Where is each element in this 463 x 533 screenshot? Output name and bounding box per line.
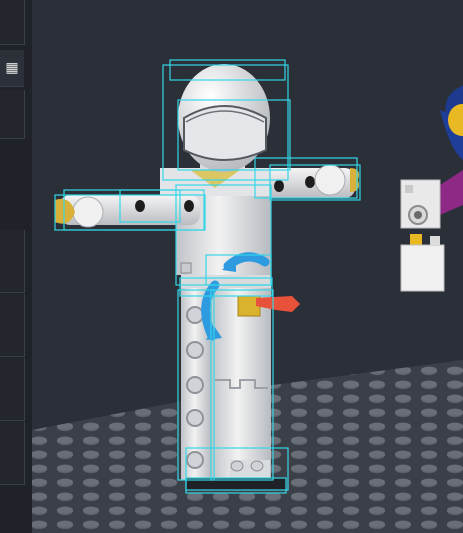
- builder-app: ▦: [0, 0, 463, 533]
- panel-button[interactable]: [0, 230, 25, 293]
- scene-canvas[interactable]: [32, 0, 463, 533]
- grid-toggle-button[interactable]: ▦: [0, 50, 24, 87]
- panel-button[interactable]: [0, 0, 25, 45]
- panel-button[interactable]: [0, 358, 25, 421]
- grid-icon: ▦: [5, 60, 19, 76]
- left-tool-panel: ▦: [0, 0, 33, 533]
- panel-button[interactable]: [0, 422, 25, 485]
- 3d-viewport[interactable]: [32, 0, 463, 533]
- panel-button[interactable]: [0, 90, 25, 139]
- panel-button[interactable]: [0, 294, 25, 357]
